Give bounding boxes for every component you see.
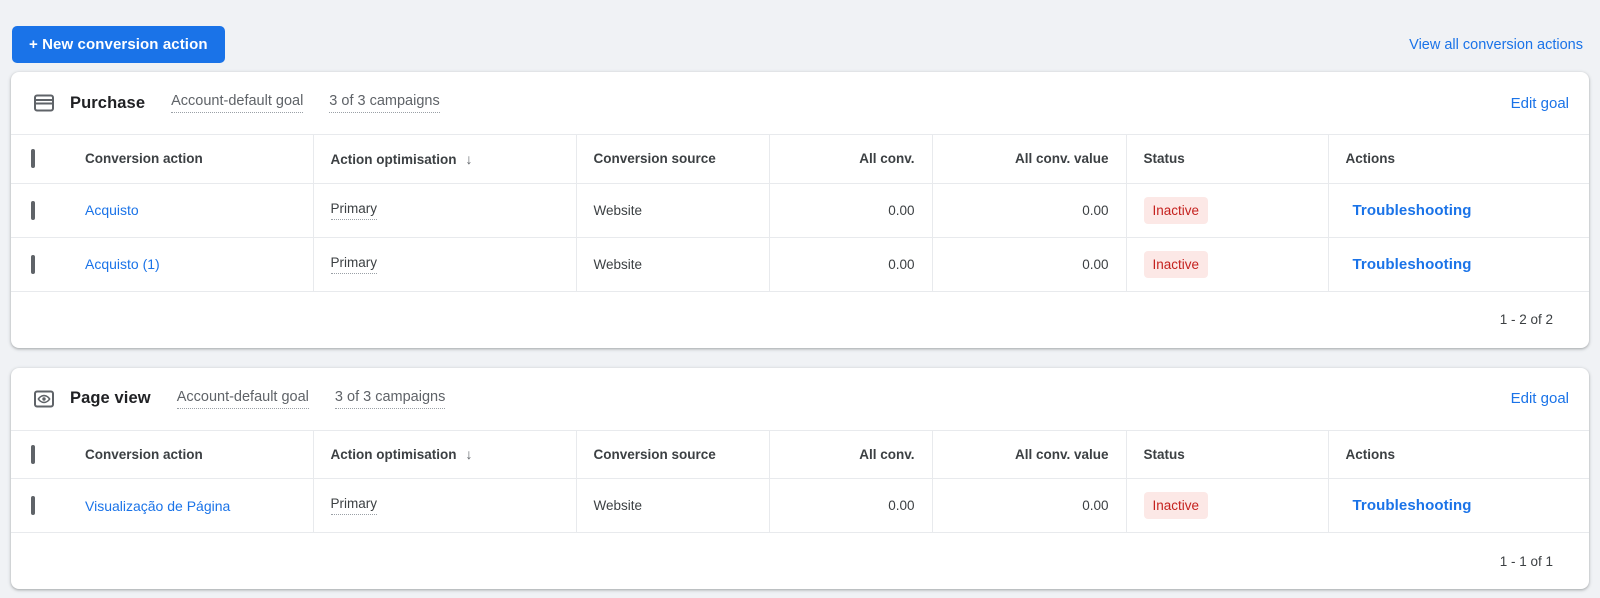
pagination-range: 1 - 1 of 1 [1500, 554, 1553, 569]
pagination: 1 - 2 of 2 [11, 292, 1589, 348]
select-all-checkbox[interactable] [31, 149, 35, 168]
all-conv-cell: 0.00 [769, 479, 932, 533]
conversion-source-cell: Website [576, 237, 769, 291]
page-view-card-header: Page view Account-default goal 3 of 3 ca… [11, 368, 1589, 431]
goal-type-chip[interactable]: Account-default goal [177, 389, 309, 409]
table-header-row: Conversion action Action optimisation ↓ C… [11, 135, 1589, 183]
goal-type-chip[interactable]: Account-default goal [171, 93, 303, 113]
column-header-label: Action optimisation [331, 447, 457, 462]
campaigns-chip[interactable]: 3 of 3 campaigns [335, 389, 445, 409]
all-conv-cell: 0.00 [769, 183, 932, 237]
purchase-card-header: Purchase Account-default goal 3 of 3 cam… [11, 72, 1589, 135]
column-header-actions: Actions [1328, 431, 1589, 479]
conversion-action-link[interactable]: Acquisto [85, 202, 139, 218]
purchase-conversions-table: Conversion action Action optimisation ↓ C… [11, 135, 1589, 292]
all-conv-value-cell: 0.00 [932, 183, 1126, 237]
column-header-conversion-action[interactable]: Conversion action [68, 431, 313, 479]
pagination: 1 - 1 of 1 [11, 533, 1589, 589]
column-header-all-conv[interactable]: All conv. [769, 431, 932, 479]
goal-title: Purchase [70, 94, 145, 113]
conversion-source-cell: Website [576, 479, 769, 533]
campaigns-chip[interactable]: 3 of 3 campaigns [329, 93, 439, 113]
column-header-all-conv[interactable]: All conv. [769, 135, 932, 183]
view-all-conversion-actions-link[interactable]: View all conversion actions [1409, 37, 1583, 53]
column-header-status[interactable]: Status [1126, 135, 1328, 183]
new-conversion-action-button[interactable]: + New conversion action [12, 26, 225, 63]
column-header-conversion-action[interactable]: Conversion action [68, 135, 313, 183]
column-header-conversion-source[interactable]: Conversion source [576, 431, 769, 479]
goal-title: Page view [70, 389, 151, 408]
column-header-status[interactable]: Status [1126, 431, 1328, 479]
pagination-range: 1 - 2 of 2 [1500, 312, 1553, 327]
column-header-label: Action optimisation [331, 152, 457, 167]
row-checkbox[interactable] [31, 201, 35, 220]
sort-descending-icon: ↓ [466, 151, 473, 167]
all-conv-value-cell: 0.00 [932, 479, 1126, 533]
troubleshooting-link[interactable]: Troubleshooting [1346, 497, 1472, 514]
goal-card-page-view: Page view Account-default goal 3 of 3 ca… [11, 368, 1589, 590]
optimisation-chip[interactable]: Primary [331, 201, 378, 220]
troubleshooting-link[interactable]: Troubleshooting [1346, 202, 1472, 219]
table-row: Acquisto (1) Primary Website 0.00 0.00 I… [11, 237, 1589, 291]
column-header-all-conv-value[interactable]: All conv. value [932, 431, 1126, 479]
column-header-all-conv-value[interactable]: All conv. value [932, 135, 1126, 183]
all-conv-value-cell: 0.00 [932, 237, 1126, 291]
select-all-checkbox[interactable] [31, 445, 35, 464]
optimisation-chip[interactable]: Primary [331, 255, 378, 274]
edit-goal-link[interactable]: Edit goal [1511, 95, 1569, 112]
column-header-action-optimisation[interactable]: Action optimisation ↓ [313, 431, 576, 479]
row-checkbox[interactable] [31, 496, 35, 515]
column-header-actions: Actions [1328, 135, 1589, 183]
column-header-conversion-source[interactable]: Conversion source [576, 135, 769, 183]
conversion-action-link[interactable]: Visualização de Página [85, 498, 230, 514]
page-view-conversions-table: Conversion action Action optimisation ↓ C… [11, 431, 1589, 534]
table-row: Visualização de Página Primary Website 0… [11, 479, 1589, 533]
table-row: Acquisto Primary Website 0.00 0.00 Inact… [11, 183, 1589, 237]
troubleshooting-link[interactable]: Troubleshooting [1346, 256, 1472, 273]
column-header-action-optimisation[interactable]: Action optimisation ↓ [313, 135, 576, 183]
sort-descending-icon: ↓ [466, 446, 473, 462]
row-checkbox[interactable] [31, 255, 35, 274]
goal-card-purchase: Purchase Account-default goal 3 of 3 cam… [11, 72, 1589, 348]
status-badge: Inactive [1144, 251, 1209, 278]
credit-card-icon [32, 91, 56, 115]
eye-icon [32, 387, 56, 411]
conversion-action-link[interactable]: Acquisto (1) [85, 256, 160, 272]
table-header-row: Conversion action Action optimisation ↓ C… [11, 431, 1589, 479]
conversion-source-cell: Website [576, 183, 769, 237]
all-conv-cell: 0.00 [769, 237, 932, 291]
toolbar: + New conversion action View all convers… [0, 0, 1600, 72]
status-badge: Inactive [1144, 197, 1209, 224]
edit-goal-link[interactable]: Edit goal [1511, 390, 1569, 407]
status-badge: Inactive [1144, 492, 1209, 519]
optimisation-chip[interactable]: Primary [331, 496, 378, 515]
